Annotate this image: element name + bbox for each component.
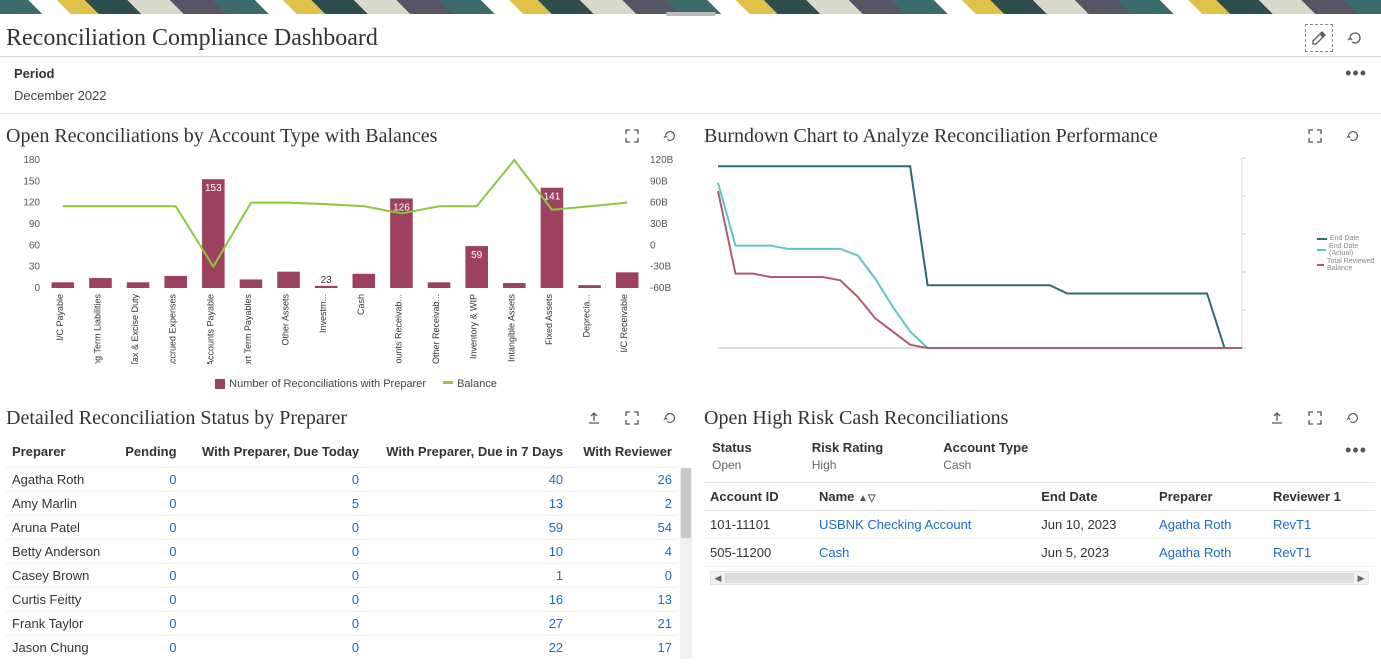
svg-text:-30B: -30B <box>650 262 671 273</box>
open-by-type-chart: 0 30 60 90 120 150 180 -60B -30B 0 30B 60B 90B 120B 15… <box>6 154 692 374</box>
upload-icon <box>1270 411 1284 425</box>
refresh-panel-button[interactable] <box>1339 122 1367 150</box>
svg-text:Accrued Expenses: Accrued Expenses <box>168 294 178 364</box>
table-row[interactable]: Curtis Feitty 0 0 16 13 <box>6 588 678 612</box>
col-header[interactable]: Account ID <box>704 483 813 511</box>
expand-icon <box>625 411 639 425</box>
expand-icon <box>625 129 639 143</box>
svg-text:-60B: -60B <box>650 283 671 294</box>
export-button[interactable] <box>580 404 608 432</box>
svg-text:120B: 120B <box>650 155 674 166</box>
svg-text:0: 0 <box>34 283 40 294</box>
svg-text:Intangible Assets: Intangible Assets <box>506 294 516 363</box>
period-label: Period <box>14 66 54 81</box>
period-value: December 2022 <box>0 86 1381 114</box>
svg-text:60: 60 <box>29 240 41 251</box>
table-row[interactable]: Betty Anderson 0 0 10 4 <box>6 540 678 564</box>
svg-text:30B: 30B <box>650 219 668 230</box>
panel3-title: Detailed Reconciliation Status by Prepar… <box>6 407 347 430</box>
svg-text:Tax & Excise Duty: Tax & Excise Duty <box>130 294 140 364</box>
table-row[interactable]: Jason Chung 0 0 22 17 <box>6 636 678 660</box>
refresh-panel-button[interactable] <box>1339 404 1367 432</box>
expand-button[interactable] <box>1301 122 1329 150</box>
svg-text:153: 153 <box>205 183 222 194</box>
filter-menu-button[interactable]: ••• <box>1345 440 1367 461</box>
svg-text:Accounts Payable: Accounts Payable <box>205 294 215 364</box>
vertical-scrollbar[interactable] <box>680 468 692 659</box>
table-row[interactable]: 101-11101 USBNK Checking Account Jun 10,… <box>704 511 1375 539</box>
col-header[interactable]: Reviewer 1 <box>1267 483 1375 511</box>
svg-text:Long Term Liabilities: Long Term Liabilities <box>92 294 102 364</box>
table-row[interactable]: Aruna Patel 0 0 59 54 <box>6 516 678 540</box>
table-row[interactable]: 505-11200 Cash Jun 5, 2023 Agatha Roth R… <box>704 539 1375 567</box>
svg-text:180: 180 <box>23 155 40 166</box>
table-row[interactable]: Frank Taylor 0 0 27 21 <box>6 612 678 636</box>
col-header[interactable]: Name ▲▽ <box>813 483 1035 511</box>
svg-text:Cash: Cash <box>356 294 366 315</box>
svg-text:Accounts Receivab...: Accounts Receivab... <box>393 294 403 364</box>
svg-text:120: 120 <box>23 198 40 209</box>
expand-icon <box>1308 411 1322 425</box>
svg-text:I/C Payable: I/C Payable <box>55 294 65 341</box>
burndown-chart: End Date End Date (Actual) Total Reviewe… <box>704 154 1375 364</box>
svg-text:90: 90 <box>29 219 41 230</box>
filter-status[interactable]: Status Open <box>712 440 752 472</box>
chart1-legend: Number of Reconciliations with Preparer … <box>6 378 692 390</box>
panel2-title: Burndown Chart to Analyze Reconciliation… <box>704 125 1158 148</box>
panel4-title: Open High Risk Cash Reconciliations <box>704 407 1008 430</box>
table-row[interactable]: Casey Brown 0 0 1 0 <box>6 564 678 588</box>
col-header[interactable]: With Reviewer <box>569 436 678 468</box>
refresh-icon <box>663 411 677 425</box>
col-header[interactable]: Pending <box>114 436 182 468</box>
filter-account-type[interactable]: Account Type Cash <box>943 440 1028 472</box>
scroll-right-button[interactable]: ▶ <box>1354 572 1368 584</box>
refresh-icon <box>1347 30 1363 46</box>
svg-text:0: 0 <box>650 240 656 251</box>
svg-text:Deprecia...: Deprecia... <box>582 294 592 338</box>
svg-text:Short Term Payables: Short Term Payables <box>243 294 253 364</box>
svg-text:I/C Receivable: I/C Receivable <box>619 294 629 353</box>
svg-text:Other Assets: Other Assets <box>281 294 291 346</box>
svg-text:23: 23 <box>321 275 333 286</box>
preparer-table: PreparerPendingWith Preparer, Due TodayW… <box>6 436 678 659</box>
burndown-legend: End Date End Date (Actual) Total Reviewe… <box>1317 234 1379 273</box>
page-title: Reconciliation Compliance Dashboard <box>6 25 378 52</box>
svg-text:Other Receivab...: Other Receivab... <box>431 294 441 364</box>
refresh-panel-button[interactable] <box>656 122 684 150</box>
horizontal-scrollbar[interactable]: ◀ ▶ <box>710 571 1369 585</box>
col-header[interactable]: End Date <box>1035 483 1153 511</box>
svg-text:60B: 60B <box>650 198 668 209</box>
expand-button[interactable] <box>618 122 646 150</box>
expand-button[interactable] <box>1301 404 1329 432</box>
refresh-icon <box>663 129 677 143</box>
refresh-icon <box>1346 129 1360 143</box>
svg-text:Investm...: Investm... <box>318 294 328 333</box>
scroll-left-button[interactable]: ◀ <box>711 572 725 584</box>
panel1-title: Open Reconciliations by Account Type wit… <box>6 125 437 148</box>
svg-text:59: 59 <box>471 250 483 261</box>
table-row[interactable]: Agatha Roth 0 0 40 26 <box>6 468 678 492</box>
high-risk-table: Account IDName ▲▽End DatePreparerReviewe… <box>704 482 1375 567</box>
expand-icon <box>1308 129 1322 143</box>
svg-text:Fixed Assets: Fixed Assets <box>544 294 554 346</box>
filter-risk[interactable]: Risk Rating High <box>812 440 884 472</box>
svg-text:90B: 90B <box>650 176 668 187</box>
pencil-icon <box>1311 30 1327 46</box>
upload-icon <box>587 411 601 425</box>
svg-text:Inventory & WIP: Inventory & WIP <box>469 294 479 359</box>
col-header[interactable]: With Preparer, Due in 7 Days <box>365 436 569 468</box>
refresh-panel-button[interactable] <box>656 404 684 432</box>
svg-text:150: 150 <box>23 176 40 187</box>
expand-button[interactable] <box>618 404 646 432</box>
table-row[interactable]: Amy Marlin 0 5 13 2 <box>6 492 678 516</box>
period-menu-button[interactable]: ••• <box>1345 63 1367 84</box>
col-header[interactable]: With Preparer, Due Today <box>183 436 366 468</box>
col-header[interactable]: Preparer <box>6 436 114 468</box>
export-button[interactable] <box>1263 404 1291 432</box>
svg-text:30: 30 <box>29 262 41 273</box>
refresh-button[interactable] <box>1341 24 1369 52</box>
col-header[interactable]: Preparer <box>1153 483 1267 511</box>
refresh-icon <box>1346 411 1360 425</box>
edit-button[interactable] <box>1305 24 1333 52</box>
